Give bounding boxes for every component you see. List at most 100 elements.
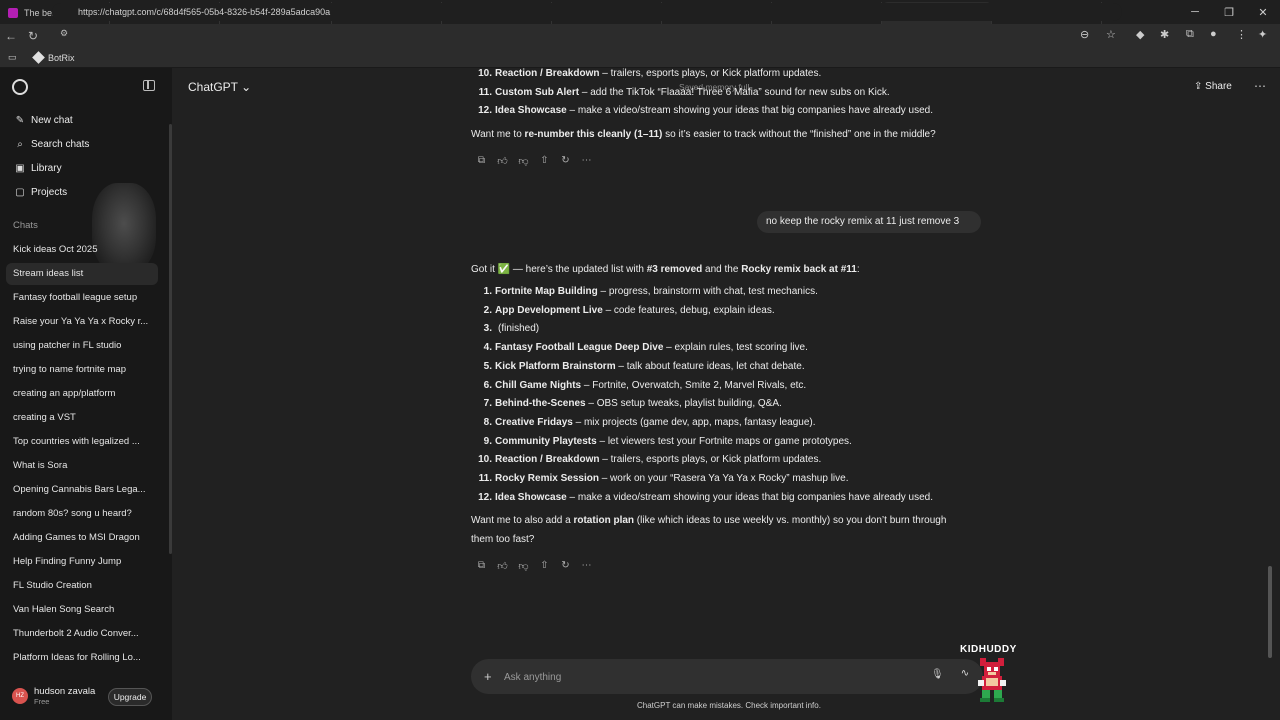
list-item: 12. Idea Showcase – make a video/stream s…: [471, 492, 933, 503]
minimize-icon[interactable]: ─: [1178, 6, 1212, 18]
sidebar-chat-item[interactable]: Van Halen Song Search: [6, 599, 158, 621]
gemini-icon[interactable]: ✦: [1258, 28, 1267, 41]
list-item: 12. Idea Showcase – make a video/stream s…: [471, 105, 933, 116]
folder-icon: ▢: [15, 187, 25, 198]
chat-scrollbar[interactable]: [1268, 566, 1272, 658]
puzzle-icon[interactable]: ✱: [1160, 28, 1169, 41]
back-icon[interactable]: ←: [0, 29, 22, 43]
browser-menu-icon[interactable]: ⋮: [1236, 28, 1247, 41]
add-attachment-icon[interactable]: +: [484, 669, 492, 684]
sidebar-toggle-icon[interactable]: [143, 80, 155, 91]
sidebar-chat-item[interactable]: Thunderbolt 2 Audio Conver...: [6, 623, 158, 645]
reply-intro-pre: Got it ✅ — here’s the updated list with: [471, 264, 647, 275]
regenerate-icon[interactable]: ↻: [555, 560, 576, 572]
prev-question: Want me to re-number this cleanly (1–11)…: [471, 129, 936, 140]
sidebar-chat-item[interactable]: Platform Ideas for Rolling Lo...: [6, 647, 158, 669]
sidebar-chat-item[interactable]: trying to name fortnite map: [6, 359, 158, 381]
more-options-icon[interactable]: ⋯: [1254, 79, 1266, 93]
list-item: 2. App Development Live – code features, …: [471, 305, 775, 316]
url-field[interactable]: https://chatgpt.com/c/68d4f565-05b4-8326…: [52, 3, 1122, 21]
apps-icon[interactable]: ▭: [8, 52, 17, 63]
thumbs-up-icon[interactable]: 👍︎: [492, 560, 513, 572]
sidebar-chat-item[interactable]: random 80s? song u heard?: [6, 503, 158, 525]
install-app-icon[interactable]: ⊖: [1080, 28, 1089, 41]
close-window-icon[interactable]: ✕: [1246, 6, 1280, 19]
bookmark-botrix[interactable]: BotRix: [48, 53, 75, 63]
reply-outro-bold: rotation plan: [573, 515, 635, 526]
prompt-input[interactable]: [504, 670, 904, 684]
share-message-icon[interactable]: ⇧: [534, 155, 555, 167]
list-item: 10. Reaction / Breakdown – trailers, espo…: [471, 68, 821, 79]
list-item-title: App Development Live: [495, 304, 603, 316]
extension-icon[interactable]: ◆: [1136, 28, 1144, 41]
copy-icon[interactable]: ⧉: [471, 155, 492, 167]
copy-icon[interactable]: ⧉: [471, 560, 492, 572]
maximize-icon[interactable]: ❐: [1212, 6, 1246, 19]
sidebar-chat-item[interactable]: using patcher in FL studio: [6, 335, 158, 357]
sidebar-nav-label: Projects: [31, 187, 68, 198]
sidebar-chat-item[interactable]: Fantasy football league setup: [6, 287, 158, 309]
profile-icon[interactable]: ●: [1210, 28, 1217, 40]
sidebar-chat-item[interactable]: Opening Cannabis Bars Lega...: [6, 479, 158, 501]
disclaimer: ChatGPT can make mistakes. Check importa…: [637, 701, 821, 710]
tab-search-icon[interactable]: ⧉: [1186, 28, 1194, 41]
site-info-icon[interactable]: ⚙: [60, 28, 68, 39]
list-item-number: 11.: [478, 86, 492, 98]
list-item: 4. Fantasy Football League Deep Dive – ex…: [471, 342, 808, 353]
share-button[interactable]: ⇪ Share: [1194, 81, 1232, 92]
microphone-icon[interactable]: 🎙︎: [931, 669, 944, 680]
list-item-number: 10.: [478, 454, 492, 466]
sidebar-chat-item[interactable]: Help Finding Funny Jump: [6, 551, 158, 573]
list-item-title: Idea Showcase: [495, 105, 567, 117]
message-actions: ⧉ 👍︎ 👎︎ ⇧ ↻ ⋯: [471, 155, 597, 167]
list-item-desc: – Fortnite, Overwatch, Smite 2, Marvel R…: [581, 379, 807, 391]
reply-intro-b2: Rocky remix back at #11: [741, 264, 857, 275]
list-item-desc: – trailers, esports plays, or Kick platf…: [599, 454, 822, 466]
sidebar-chat-item[interactable]: FL Studio Creation: [6, 575, 158, 597]
regenerate-icon[interactable]: ↻: [555, 155, 576, 167]
list-item: 9. Community Playtests – let viewers test…: [471, 436, 852, 447]
more-actions-icon[interactable]: ⋯: [576, 560, 597, 572]
list-item: 5. Kick Platform Brainstorm – talk about …: [471, 361, 805, 372]
sidebar-nav-search-chats[interactable]: ⌕ Search chats: [13, 139, 89, 150]
user-message-bubble: no keep the rocky remix at 11 just remov…: [757, 211, 981, 233]
list-item-number: 12.: [478, 105, 492, 117]
bookmark-star-icon[interactable]: ☆: [1106, 28, 1116, 41]
list-item-title: Behind-the-Scenes: [495, 398, 586, 410]
reply-outro: Want me to also add a rotation plan (lik…: [471, 515, 946, 526]
sidebar-nav-library[interactable]: ▣ Library: [13, 163, 62, 174]
sidebar-chat-item[interactable]: Stream ideas list: [6, 263, 158, 285]
share-message-icon[interactable]: ⇧: [534, 560, 555, 572]
sidebar-chat-item[interactable]: creating a VST: [6, 407, 158, 429]
sidebar-chat-item[interactable]: Kick ideas Oct 2025: [6, 239, 158, 261]
list-item-desc: – progress, brainstorm with chat, test m…: [597, 286, 818, 297]
thumbs-down-icon[interactable]: 👎︎: [513, 155, 534, 167]
sidebar-chat-item[interactable]: What is Sora: [6, 455, 158, 477]
list-item-desc: – make a video/stream showing your ideas…: [566, 491, 934, 503]
list-item-number: 10.: [478, 68, 492, 79]
sidebar-chat-item[interactable]: Top countries with legalized ...: [6, 431, 158, 453]
reply-intro-post: :: [856, 264, 860, 275]
chatgpt-logo-icon[interactable]: [12, 79, 28, 95]
bookmarks-bar: [0, 48, 1280, 68]
sidebar-nav-new-chat[interactable]: ✎ New chat: [13, 115, 73, 126]
reply-outro-post: (like which ideas to use weekly vs. mont…: [634, 515, 947, 526]
sidebar-nav-projects[interactable]: ▢ Projects: [13, 187, 67, 198]
sidebar-chat-item[interactable]: Raise your Ya Ya Ya x Rocky r...: [6, 311, 158, 333]
upgrade-button[interactable]: Upgrade: [108, 688, 152, 706]
list-item: 3. (finished): [471, 323, 539, 334]
thumbs-down-icon[interactable]: 👎︎: [513, 560, 534, 572]
sidebar-scrollbar[interactable]: [169, 124, 172, 554]
sidebar-chat-item[interactable]: creating an app/platform: [6, 383, 158, 405]
more-actions-icon[interactable]: ⋯: [576, 155, 597, 167]
reload-icon[interactable]: ↻: [22, 29, 44, 43]
window-controls: ─ ❐ ✕: [1178, 0, 1280, 24]
user-profile[interactable]: HZ hudson zavala Free: [12, 686, 95, 706]
sidebar-nav-label: Library: [31, 163, 62, 174]
sidebar-chat-item[interactable]: Adding Games to MSI Dragon: [6, 527, 158, 549]
share-label: Share: [1205, 81, 1232, 92]
stream-avatar-sprite: [978, 658, 1006, 702]
list-item-title: Fantasy Football League Deep Dive: [495, 342, 664, 354]
thumbs-up-icon[interactable]: 👍︎: [492, 155, 513, 167]
model-selector[interactable]: ChatGPT ⌄: [188, 80, 251, 94]
